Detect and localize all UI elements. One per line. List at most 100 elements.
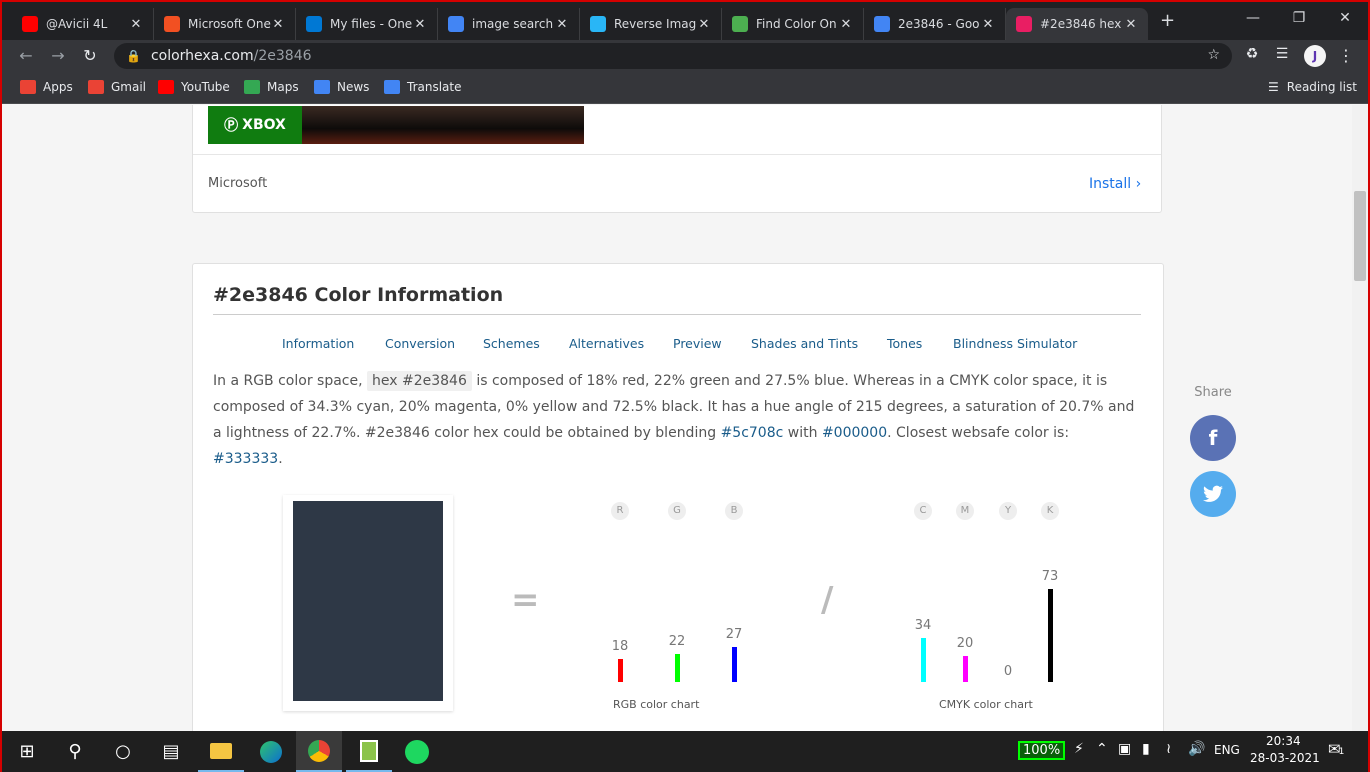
tab-favicon-icon [732,16,748,32]
tab-title: image search - [472,17,555,31]
tab-title: #2e3846 hex c [1040,17,1124,31]
taskbar: ⊞ ⚲ ○ ▤ 100% ⚡ ⌃ ▣ ▮ ≀ 🔊 ENG 20:34 28-03… [2,731,1368,772]
bookmark-gmail[interactable]: Gmail [88,80,146,94]
tab-favicon-icon [590,16,606,32]
chart-category-k: K [1041,502,1059,520]
bookmark-maps[interactable]: Maps [244,80,299,94]
notification-icon[interactable]: ✉1 [1328,740,1344,758]
bookmark-icon [244,80,260,94]
chart-bar-g [675,654,680,682]
tab[interactable]: @Avicii 4L ✕ [12,8,154,40]
power-plug-icon: ⚡ [1074,741,1084,757]
bookmark-icon [314,80,330,94]
bookmark-icon [88,80,104,94]
tab-close-icon[interactable]: ✕ [981,17,995,32]
chevron-up-icon[interactable]: ⌃ [1096,741,1108,757]
start-windows-icon[interactable]: ⊞ [4,731,50,772]
tab[interactable]: Microsoft One ✕ [154,8,296,40]
edge-icon[interactable] [248,731,294,772]
reading-list-icon: ☰ [1268,80,1279,94]
chart-bar-r [618,659,623,682]
twitter-share-button[interactable] [1190,471,1236,517]
battery-indicator[interactable]: 100% [1018,741,1066,760]
address-bar[interactable]: 🔒 colorhexa.com/2e3846 ☆ [114,43,1232,69]
forward-icon[interactable]: → [46,46,70,65]
bookmark-news[interactable]: News [314,80,369,94]
extensions-icon[interactable]: ♻ [1240,46,1264,62]
bookmark-label: Gmail [111,80,147,94]
profile-avatar[interactable]: J [1304,45,1326,67]
bookmark-apps[interactable]: Apps [20,80,73,94]
bookmark-star-icon[interactable]: ☆ [1207,47,1220,63]
tab-close-icon[interactable]: ✕ [271,17,285,32]
tab[interactable]: Find Color On ✕ [722,8,864,40]
tab-close-icon[interactable]: ✕ [129,17,143,32]
url-domain: colorhexa.com [150,48,254,64]
tab-close-icon[interactable]: ✕ [555,17,569,32]
new-tab-button[interactable]: + [1160,10,1175,31]
tab-title: My files - One [330,17,413,31]
chevron-right-icon: › [1135,176,1142,192]
toolbar: ← → ↻ 🔒 colorhexa.com/2e3846 ☆ ♻ ☰ J ⋮ [2,40,1368,72]
minimize-icon[interactable]: — [1230,10,1276,26]
chrome-icon[interactable] [296,731,342,772]
close-window-icon[interactable]: ✕ [1322,10,1368,26]
tab-favicon-icon [164,16,180,32]
scrollbar-thumb[interactable] [1354,191,1366,281]
tab-close-icon[interactable]: ✕ [413,17,427,32]
tab[interactable]: #2e3846 hex c ✕ [1006,8,1148,40]
ad-card[interactable]: Ⓟ XBOX Microsoft Install › [192,105,1162,213]
tab-close-icon[interactable]: ✕ [697,17,711,32]
chart-bar-c [921,638,926,682]
tab[interactable]: 2e3846 - Goo ✕ [864,8,1006,40]
chart-bar-k [1048,589,1053,682]
back-icon[interactable]: ← [14,46,38,65]
bookmark-label: YouTube [181,80,230,94]
tab-favicon-icon [448,16,464,32]
bookmark-icon [20,80,36,94]
clock-date[interactable]: 28-03-2021 [1250,751,1320,765]
spotify-icon[interactable] [394,731,440,772]
battery-icon[interactable]: ▮ [1142,741,1150,757]
menu-icon[interactable]: ⋮ [1334,46,1358,65]
tab-close-icon[interactable]: ✕ [839,17,853,32]
notification-count: 1 [1338,747,1345,757]
volume-icon[interactable]: 🔊 [1188,741,1205,757]
wifi-icon[interactable]: ≀ [1166,741,1171,757]
tab[interactable]: My files - One ✕ [296,8,438,40]
reload-icon[interactable]: ↻ [78,46,102,65]
tab-strip: @Avicii 4L ✕ Microsoft One ✕ My files - One ✕… [2,2,1368,40]
cortana-icon[interactable]: ○ [100,731,146,772]
chart-category-c: C [914,502,932,520]
chart-category-g: G [668,502,686,520]
share-label: Share [1194,385,1232,400]
twitter-bird-icon [1203,485,1223,502]
tab-title: Microsoft One [188,17,271,31]
language-indicator[interactable]: ENG [1214,743,1240,757]
facebook-share-button[interactable]: f [1190,415,1236,461]
bookmark-translate[interactable]: Translate [384,80,462,94]
chart-bar-m [963,656,968,682]
bookmarks-bar: Apps Gmail YouTube Maps News Translate ☰ Read… [2,72,1368,104]
reading-list-button[interactable]: ☰ Reading list [1268,80,1357,94]
tab[interactable]: image search - ✕ [438,8,580,40]
search-icon[interactable]: ⚲ [52,731,98,772]
install-button[interactable]: Install › [1089,176,1141,192]
tab-close-icon[interactable]: ✕ [1124,17,1138,32]
restore-icon[interactable]: ❐ [1276,10,1322,26]
clock-time[interactable]: 20:34 [1266,734,1301,748]
reading-list-label: Reading list [1286,80,1357,94]
task-view-icon[interactable]: ▤ [148,731,194,772]
tab-title: Find Color On [756,17,837,31]
media-control-icon[interactable]: ☰ [1270,46,1294,62]
tab[interactable]: Reverse Image ✕ [580,8,722,40]
meet-icon[interactable]: ▣ [1118,741,1131,757]
bookmark-label: Translate [407,80,462,94]
tab-favicon-icon [1016,16,1032,32]
bookmark-youtube[interactable]: YouTube [158,80,230,94]
file-explorer-icon[interactable] [198,731,244,772]
chart-value-k: 73 [1041,569,1059,584]
page-scrollbar[interactable] [1352,105,1368,731]
chart-title: CMYK color chart [939,698,1033,711]
notepad-app-icon[interactable] [346,731,392,772]
